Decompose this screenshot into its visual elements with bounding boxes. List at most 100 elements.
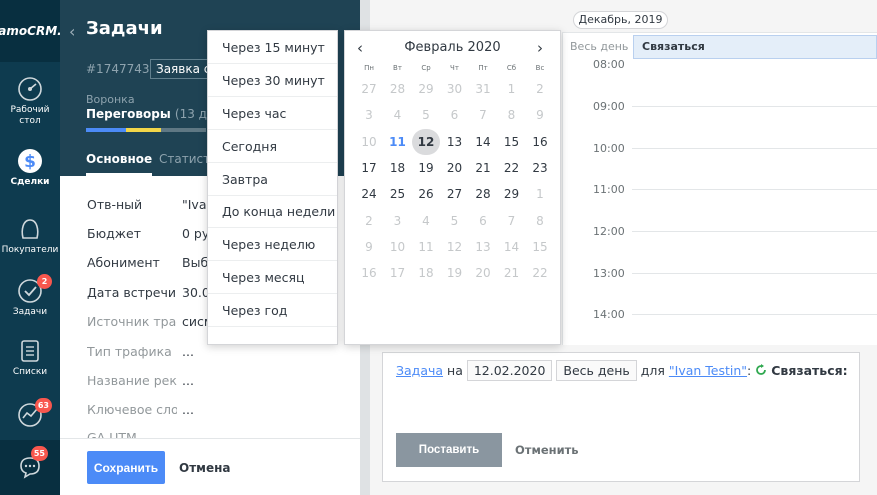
calendar-day[interactable]: 21 (498, 260, 526, 286)
cancel-task-button[interactable]: Отменить (515, 443, 579, 457)
quick-date-item-15min[interactable]: Через 15 минут (222, 40, 337, 55)
calendar-day[interactable]: 23 (526, 155, 554, 181)
calendar-day[interactable]: 7 (498, 208, 526, 234)
calendar-day[interactable]: 16 (355, 260, 383, 286)
calendar-day[interactable]: 20 (469, 260, 497, 286)
task-date-input[interactable]: 12.02.2020 (466, 360, 553, 381)
calendar-event[interactable]: Связаться (633, 35, 877, 59)
calendar-day-today[interactable]: 11 (384, 129, 412, 155)
calendar-day[interactable]: 6 (441, 102, 469, 128)
quick-date-item-month[interactable]: Через месяц (222, 270, 337, 285)
field-value[interactable]: ... (182, 373, 194, 388)
quick-date-item-week[interactable]: Через неделю (222, 237, 337, 252)
lead-name-input[interactable]: Заявка с (150, 59, 210, 79)
calendar-day[interactable]: 31 (469, 76, 497, 102)
sidebar-item-chat[interactable]: 55 (0, 440, 60, 495)
calendar-day[interactable]: 21 (469, 155, 497, 181)
tab-main[interactable]: Основное (86, 152, 152, 166)
calendar-day[interactable]: 28 (384, 76, 412, 102)
calendar-day-selected[interactable]: 12 (412, 128, 440, 155)
quick-date-item-end-of-week[interactable]: До конца недели (222, 204, 337, 219)
calendar-day[interactable]: 13 (441, 129, 469, 155)
calendar-day[interactable]: 25 (384, 181, 412, 207)
field-value[interactable]: 30.0 (182, 285, 210, 300)
menu-divider (208, 260, 337, 261)
calendar-day[interactable]: 27 (355, 76, 383, 102)
sidebar-item-stats[interactable]: 63 (0, 398, 60, 431)
task-type-link[interactable]: Задача (396, 363, 443, 378)
quick-date-item-hour[interactable]: Через час (222, 106, 337, 121)
calendar-day[interactable]: 16 (526, 129, 554, 155)
quick-date-item-tomorrow[interactable]: Завтра (222, 172, 337, 187)
sidebar-item-tasks[interactable]: Задачи 2 (0, 274, 60, 318)
amocrm-logo[interactable]: amoCRM. (0, 0, 62, 62)
stage-progress-segment (86, 128, 126, 132)
calendar-day[interactable]: 24 (355, 181, 383, 207)
calendar-day[interactable]: 8 (498, 102, 526, 128)
calendar-day[interactable]: 18 (384, 155, 412, 181)
calendar-day[interactable]: 2 (355, 208, 383, 234)
calendar-day[interactable]: 19 (441, 260, 469, 286)
quick-date-item-year[interactable]: Через год (222, 303, 337, 318)
calendar-month-pill[interactable]: Декабрь, 2019 (573, 11, 668, 29)
calendar-day[interactable]: 5 (412, 102, 440, 128)
sidebar-item-deals[interactable]: $ Сделки (0, 148, 60, 188)
calendar-day[interactable]: 29 (498, 181, 526, 207)
calendar-day[interactable]: 9 (355, 234, 383, 260)
calendar-day[interactable]: 4 (384, 102, 412, 128)
field-value[interactable]: ... (182, 402, 194, 417)
cancel-button[interactable]: Отмена (179, 461, 231, 475)
calendar-day[interactable]: 20 (441, 155, 469, 181)
quick-date-item-today[interactable]: Сегодня (222, 139, 337, 154)
calendar-day[interactable]: 18 (412, 260, 440, 286)
calendar-day[interactable]: 7 (469, 102, 497, 128)
pipeline-stage[interactable]: Переговоры (13 дн (86, 107, 215, 121)
back-arrow-icon[interactable]: ‹ (69, 22, 75, 41)
calendar-day[interactable]: 15 (526, 234, 554, 260)
assignee-link[interactable]: "Ivan Testin" (669, 363, 747, 378)
calendar-day[interactable]: 30 (441, 76, 469, 102)
calendar-day[interactable]: 4 (412, 208, 440, 234)
calendar-day[interactable]: 14 (469, 129, 497, 155)
calendar-day[interactable]: 22 (526, 260, 554, 286)
sidebar-item-dashboard[interactable]: Рабочий стол (0, 76, 60, 128)
calendar-day[interactable]: 3 (384, 208, 412, 234)
calendar-day[interactable]: 11 (412, 234, 440, 260)
calendar-day[interactable]: 9 (526, 102, 554, 128)
field-value[interactable]: Выб (182, 255, 208, 270)
calendar-day[interactable]: 6 (469, 208, 497, 234)
calendar-day[interactable]: 17 (384, 260, 412, 286)
calendar-day[interactable]: 1 (498, 76, 526, 102)
calendar-day[interactable]: 19 (412, 155, 440, 181)
calendar-day[interactable]: 17 (355, 155, 383, 181)
field-value[interactable]: ... (182, 344, 194, 359)
calendar-day[interactable]: 13 (469, 234, 497, 260)
save-button[interactable]: Сохранить (87, 451, 165, 484)
calendar-day[interactable]: 14 (498, 234, 526, 260)
calendar-day[interactable]: 5 (441, 208, 469, 234)
calendar-day[interactable]: 22 (498, 155, 526, 181)
quick-date-item-30min[interactable]: Через 30 минут (222, 73, 337, 88)
calendar-day[interactable]: 2 (526, 76, 554, 102)
calendar-day[interactable]: 26 (412, 181, 440, 207)
calendar-day[interactable]: 10 (384, 234, 412, 260)
calendar-day[interactable]: 27 (441, 181, 469, 207)
calendar-day[interactable]: 15 (498, 129, 526, 155)
hour-divider (632, 273, 877, 274)
task-time-select[interactable]: Весь день (556, 360, 637, 381)
on-label: на (447, 363, 463, 378)
field-value[interactable]: 0 ру (182, 226, 209, 241)
calendar-day[interactable]: 8 (526, 208, 554, 234)
calendar-day[interactable]: 1 (526, 181, 554, 207)
calendar-day[interactable]: 29 (412, 76, 440, 102)
calendar-day[interactable]: 10 (355, 129, 383, 155)
calendar-day[interactable]: 3 (355, 102, 383, 128)
hour-label: 09:00 (593, 100, 625, 113)
calendar-day[interactable]: 28 (469, 181, 497, 207)
post-task-button[interactable]: Поставить (396, 433, 502, 467)
chevron-right-icon[interactable]: › (537, 39, 543, 57)
sidebar-item-lists[interactable]: Списки (0, 338, 60, 378)
sidebar-item-customers[interactable]: Покупатели (0, 216, 60, 256)
field-label: Источник трафика (87, 314, 177, 329)
calendar-day[interactable]: 12 (441, 234, 469, 260)
